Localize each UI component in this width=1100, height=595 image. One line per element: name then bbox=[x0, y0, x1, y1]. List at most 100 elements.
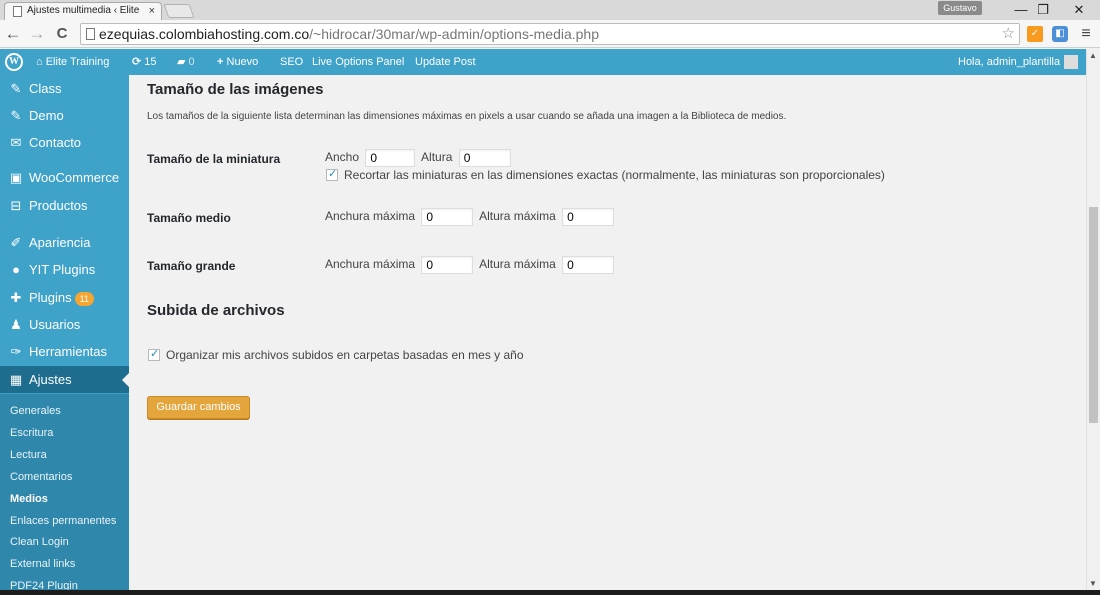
user-icon: ♟ bbox=[10, 317, 22, 332]
sidebar-item-ajustes[interactable]: ▦ Ajustes bbox=[0, 366, 129, 393]
extension-icon[interactable]: ✓ bbox=[1027, 26, 1043, 42]
pin-icon: ✎ bbox=[10, 108, 22, 123]
page-icon bbox=[86, 28, 95, 40]
submenu-item-generales[interactable]: Generales bbox=[10, 404, 61, 418]
submenu-item-escritura[interactable]: Escritura bbox=[10, 426, 53, 440]
comments-count: 0 bbox=[188, 56, 195, 68]
url-input[interactable]: ezequias.colombiahosting.com.co/~hidroca… bbox=[80, 23, 1020, 45]
back-icon[interactable]: ← bbox=[3, 23, 23, 45]
plus-icon: + bbox=[217, 56, 224, 68]
yit-icon: ● bbox=[12, 262, 20, 277]
extension-icon[interactable]: ◧ bbox=[1052, 26, 1068, 42]
medium-height-input[interactable] bbox=[562, 208, 615, 226]
submenu-item-medios[interactable]: Medios bbox=[10, 492, 48, 506]
thumbnail-size-fields: Ancho Altura bbox=[325, 149, 514, 167]
live-options-link[interactable]: Live Options Panel bbox=[312, 49, 404, 75]
window-close-icon[interactable]: ✕ bbox=[1064, 0, 1094, 20]
avatar bbox=[1064, 55, 1079, 70]
home-icon: ⌂ bbox=[36, 56, 43, 68]
sidebar-item-contacto[interactable]: ✉ Contacto bbox=[0, 129, 129, 156]
browser-tabbar: Ajustes multimedia ‹ Elite × Gustavo — ❐… bbox=[0, 0, 1100, 20]
thumbnail-size-label: Tamaño de la miniatura bbox=[147, 152, 281, 166]
page-scrollbar[interactable]: ▲ ▼ bbox=[1086, 49, 1100, 590]
thumbnail-height-input[interactable] bbox=[458, 149, 511, 167]
site-name: Elite Training bbox=[45, 56, 110, 68]
sidebar-item-label: WooCommerce bbox=[29, 170, 120, 185]
scroll-up-icon[interactable]: ▲ bbox=[1089, 51, 1097, 60]
sidebar-item-label: Contacto bbox=[29, 135, 82, 150]
sidebar-item-label: Demo bbox=[29, 108, 64, 123]
large-size-label: Tamaño grande bbox=[147, 259, 236, 273]
new-content-link[interactable]: + Nuevo bbox=[217, 49, 258, 75]
site-name-link[interactable]: ⌂ Elite Training bbox=[36, 49, 109, 75]
admin-sidebar: ✎ Class ✎ Demo ✉ Contacto ▣ WooCommerce ⊟ Product… bbox=[0, 75, 129, 590]
pin-icon: ✎ bbox=[10, 81, 22, 96]
sidebar-item-yit-plugins[interactable]: ● YIT Plugins bbox=[0, 256, 129, 283]
submenu-item-comentarios[interactable]: Comentarios bbox=[10, 470, 72, 484]
crop-thumbnails-row[interactable]: Recortar las miniaturas en las dimension… bbox=[326, 167, 885, 182]
os-taskbar bbox=[0, 590, 1100, 595]
settings-icon: ▦ bbox=[9, 372, 23, 387]
organize-uploads-row[interactable]: Organizar mis archivos subidos en carpet… bbox=[148, 347, 524, 362]
sidebar-item-usuarios[interactable]: ♟ Usuarios bbox=[0, 311, 129, 338]
sidebar-item-woocommerce[interactable]: ▣ WooCommerce bbox=[0, 164, 129, 191]
reload-icon[interactable]: C bbox=[52, 23, 72, 45]
tab-close-icon[interactable]: × bbox=[149, 3, 155, 19]
organize-uploads-checkbox[interactable] bbox=[148, 347, 160, 361]
medium-width-input[interactable] bbox=[421, 208, 474, 226]
updates-icon: ⟳ bbox=[132, 56, 142, 68]
profile-badge[interactable]: Gustavo bbox=[938, 1, 982, 15]
scroll-down-icon[interactable]: ▼ bbox=[1089, 579, 1097, 588]
max-height-label: Altura máxima bbox=[479, 257, 556, 272]
max-width-label: Anchura máxima bbox=[325, 209, 416, 224]
tab-title: Ajustes multimedia ‹ Elite bbox=[27, 5, 140, 16]
sidebar-item-label: Class bbox=[29, 81, 62, 96]
main-content: Tamaño de las imágenes Los tamaños de la… bbox=[129, 75, 1086, 590]
bookmark-star-icon[interactable]: ☆ bbox=[1002, 24, 1015, 44]
browser-tab[interactable]: Ajustes multimedia ‹ Elite × bbox=[4, 2, 162, 20]
settings-submenu: Generales Escritura Lectura Comentarios Medi… bbox=[0, 394, 129, 590]
woocommerce-icon: ▣ bbox=[9, 170, 23, 185]
cart-icon: ⊟ bbox=[10, 198, 22, 213]
updates-link[interactable]: ⟳ 15 bbox=[132, 49, 157, 75]
restore-icon[interactable]: ❐ bbox=[1028, 0, 1058, 20]
submenu-item-enlaces-permanentes[interactable]: Enlaces permanentes bbox=[10, 514, 116, 528]
sidebar-item-herramientas[interactable]: ✑ Herramientas bbox=[0, 338, 129, 365]
new-tab-button[interactable] bbox=[163, 4, 195, 18]
height-label: Altura bbox=[421, 150, 453, 165]
account-menu[interactable]: Hola, admin_plantilla bbox=[958, 49, 1079, 75]
sidebar-item-demo[interactable]: ✎ Demo bbox=[0, 102, 129, 129]
sidebar-item-productos[interactable]: ⊟ Productos bbox=[0, 192, 129, 219]
submenu-item-pdf24-plugin[interactable]: PDF24 Plugin bbox=[10, 579, 78, 590]
scroll-thumb[interactable] bbox=[1089, 207, 1098, 423]
browser-toolbar: ← → C ezequias.colombiahosting.com.co/~h… bbox=[0, 20, 1100, 48]
crop-checkbox[interactable] bbox=[326, 167, 338, 181]
forward-icon[interactable]: → bbox=[27, 23, 47, 45]
medium-size-label: Tamaño medio bbox=[147, 211, 231, 225]
update-post-link[interactable]: Update Post bbox=[415, 49, 476, 75]
brush-icon: ✐ bbox=[10, 235, 22, 250]
sidebar-item-apariencia[interactable]: ✐ Apariencia bbox=[0, 229, 129, 256]
seo-link[interactable]: SEO bbox=[280, 49, 303, 75]
save-changes-button[interactable]: Guardar cambios bbox=[147, 396, 250, 419]
sidebar-item-label: Usuarios bbox=[29, 317, 81, 332]
image-sizes-description: Los tamaños de la siguiente lista determ… bbox=[147, 111, 787, 122]
crop-label: Recortar las miniaturas en las dimension… bbox=[344, 168, 885, 182]
thumbnail-width-input[interactable] bbox=[365, 149, 416, 167]
sidebar-item-plugins[interactable]: ✚ Plugins 11 bbox=[0, 284, 129, 311]
browser-menu-icon[interactable]: ≡ bbox=[1076, 23, 1096, 45]
sidebar-item-class[interactable]: ✎ Class bbox=[0, 75, 129, 102]
submenu-item-external-links[interactable]: External links bbox=[10, 557, 75, 571]
wordpress-logo-icon[interactable]: W bbox=[5, 53, 23, 71]
large-width-input[interactable] bbox=[421, 256, 474, 274]
comments-link[interactable]: ▰ 0 bbox=[177, 49, 195, 75]
submenu-item-lectura[interactable]: Lectura bbox=[10, 448, 47, 462]
page-icon bbox=[13, 6, 22, 17]
url-host: ezequias.colombiahosting.com.co bbox=[99, 26, 310, 42]
sidebar-item-label: Productos bbox=[29, 198, 88, 213]
large-height-input[interactable] bbox=[562, 256, 615, 274]
submenu-item-clean-login[interactable]: Clean Login bbox=[10, 535, 69, 549]
uploads-heading: Subida de archivos bbox=[147, 302, 285, 319]
sidebar-item-label: YIT Plugins bbox=[29, 262, 96, 277]
medium-size-fields: Anchura máxima Altura máxima bbox=[325, 208, 617, 226]
